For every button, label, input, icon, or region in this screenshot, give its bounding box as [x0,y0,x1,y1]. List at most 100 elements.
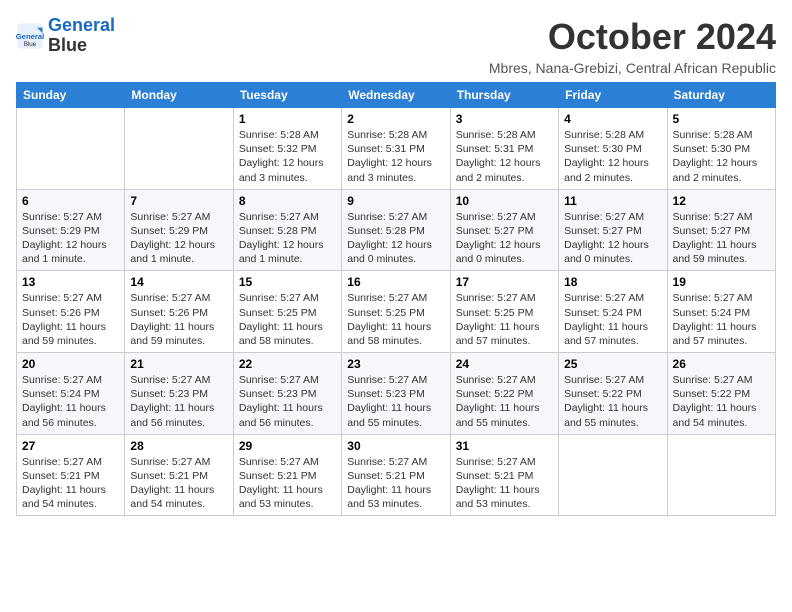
day-info: Sunrise: 5:27 AM Sunset: 5:28 PM Dayligh… [347,210,444,267]
day-number: 28 [130,439,227,453]
day-info: Sunrise: 5:27 AM Sunset: 5:26 PM Dayligh… [130,291,227,348]
day-info: Sunrise: 5:27 AM Sunset: 5:25 PM Dayligh… [347,291,444,348]
day-info: Sunrise: 5:27 AM Sunset: 5:21 PM Dayligh… [239,455,336,512]
day-info: Sunrise: 5:27 AM Sunset: 5:27 PM Dayligh… [673,210,770,267]
calendar-cell [125,108,233,190]
day-info: Sunrise: 5:27 AM Sunset: 5:27 PM Dayligh… [564,210,661,267]
day-number: 12 [673,194,770,208]
calendar-cell: 3 Sunrise: 5:28 AM Sunset: 5:31 PM Daylig… [450,108,558,190]
day-number: 1 [239,112,336,126]
day-info: Sunrise: 5:27 AM Sunset: 5:29 PM Dayligh… [22,210,119,267]
calendar-week-row: 1Sunrise: 5:28 AM Sunset: 5:32 PM Daylig… [17,108,776,190]
day-info: Sunrise: 5:27 AM Sunset: 5:23 PM Dayligh… [347,373,444,430]
calendar-cell: 20Sunrise: 5:27 AM Sunset: 5:24 PM Dayli… [17,353,125,435]
day-number: 23 [347,357,444,371]
day-number: 30 [347,439,444,453]
day-number: 29 [239,439,336,453]
day-info: Sunrise: 5:28 AM Sunset: 5:30 PM Dayligh… [564,128,661,185]
calendar-cell: 8 Sunrise: 5:27 AM Sunset: 5:28 PM Daylig… [233,189,341,271]
day-number: 21 [130,357,227,371]
day-number: 16 [347,275,444,289]
month-title: October 2024 [489,16,776,58]
day-number: 25 [564,357,661,371]
calendar-cell: 18Sunrise: 5:27 AM Sunset: 5:24 PM Dayli… [559,271,667,353]
day-number: 20 [22,357,119,371]
calendar-cell: 19 Sunrise: 5:27 AM Sunset: 5:24 PM Dayli… [667,271,775,353]
day-number: 13 [22,275,119,289]
day-number: 9 [347,194,444,208]
day-number: 3 [456,112,553,126]
day-number: 14 [130,275,227,289]
weekday-header: Thursday [450,83,558,108]
day-number: 17 [456,275,553,289]
logo: General Blue General Blue [16,16,115,56]
logo-text: General Blue [48,16,115,56]
day-info: Sunrise: 5:27 AM Sunset: 5:28 PM Dayligh… [239,210,336,267]
day-info: Sunrise: 5:27 AM Sunset: 5:29 PM Dayligh… [130,210,227,267]
day-number: 5 [673,112,770,126]
weekday-header: Wednesday [342,83,450,108]
day-number: 4 [564,112,661,126]
calendar-cell: 21 Sunrise: 5:27 AM Sunset: 5:23 PM Dayli… [125,353,233,435]
day-number: 27 [22,439,119,453]
day-number: 19 [673,275,770,289]
day-info: Sunrise: 5:28 AM Sunset: 5:31 PM Dayligh… [456,128,553,185]
calendar-cell: 13 Sunrise: 5:27 AM Sunset: 5:26 PM Dayli… [17,271,125,353]
calendar-cell: 16 Sunrise: 5:27 AM Sunset: 5:25 PM Dayli… [342,271,450,353]
day-info: Sunrise: 5:27 AM Sunset: 5:21 PM Dayligh… [130,455,227,512]
title-block: October 2024 Mbres, Nana-Grebizi, Centra… [489,16,776,76]
day-info: Sunrise: 5:28 AM Sunset: 5:30 PM Dayligh… [673,128,770,185]
calendar-week-row: 13 Sunrise: 5:27 AM Sunset: 5:26 PM Dayli… [17,271,776,353]
day-info: Sunrise: 5:27 AM Sunset: 5:22 PM Dayligh… [456,373,553,430]
svg-text:General: General [16,32,44,41]
calendar-cell: 29 Sunrise: 5:27 AM Sunset: 5:21 PM Dayli… [233,434,341,516]
calendar-cell: 31 Sunrise: 5:27 AM Sunset: 5:21 PM Dayli… [450,434,558,516]
calendar-cell: 26 Sunrise: 5:27 AM Sunset: 5:22 PM Dayli… [667,353,775,435]
day-info: Sunrise: 5:27 AM Sunset: 5:22 PM Dayligh… [564,373,661,430]
logo-icon: General Blue [16,22,44,50]
day-info: Sunrise: 5:27 AM Sunset: 5:25 PM Dayligh… [456,291,553,348]
calendar-week-row: 6 Sunrise: 5:27 AM Sunset: 5:29 PM Daylig… [17,189,776,271]
day-number: 31 [456,439,553,453]
calendar-cell: 9 Sunrise: 5:27 AM Sunset: 5:28 PM Daylig… [342,189,450,271]
day-number: 24 [456,357,553,371]
calendar-cell: 1Sunrise: 5:28 AM Sunset: 5:32 PM Daylig… [233,108,341,190]
day-info: Sunrise: 5:27 AM Sunset: 5:21 PM Dayligh… [347,455,444,512]
calendar-cell [559,434,667,516]
calendar-cell: 30 Sunrise: 5:27 AM Sunset: 5:21 PM Dayli… [342,434,450,516]
weekday-header: Saturday [667,83,775,108]
day-number: 8 [239,194,336,208]
day-number: 15 [239,275,336,289]
calendar-cell: 27Sunrise: 5:27 AM Sunset: 5:21 PM Dayli… [17,434,125,516]
day-info: Sunrise: 5:27 AM Sunset: 5:21 PM Dayligh… [456,455,553,512]
calendar-week-row: 20Sunrise: 5:27 AM Sunset: 5:24 PM Dayli… [17,353,776,435]
weekday-header: Tuesday [233,83,341,108]
weekday-header: Sunday [17,83,125,108]
weekday-header: Friday [559,83,667,108]
day-info: Sunrise: 5:27 AM Sunset: 5:24 PM Dayligh… [673,291,770,348]
calendar-cell: 12 Sunrise: 5:27 AM Sunset: 5:27 PM Dayli… [667,189,775,271]
day-number: 7 [130,194,227,208]
day-info: Sunrise: 5:27 AM Sunset: 5:23 PM Dayligh… [239,373,336,430]
day-info: Sunrise: 5:27 AM Sunset: 5:26 PM Dayligh… [22,291,119,348]
weekday-header: Monday [125,83,233,108]
day-info: Sunrise: 5:27 AM Sunset: 5:22 PM Dayligh… [673,373,770,430]
calendar-cell: 14 Sunrise: 5:27 AM Sunset: 5:26 PM Dayli… [125,271,233,353]
day-info: Sunrise: 5:27 AM Sunset: 5:27 PM Dayligh… [456,210,553,267]
calendar-cell [667,434,775,516]
calendar-week-row: 27 Sunrise: 5:27 AM Sunset: 5:21 PM Dayli… [17,434,776,516]
day-number: 6 [22,194,119,208]
calendar-cell: 5 Sunrise: 5:28 AM Sunset: 5:30 PM Daylig… [667,108,775,190]
calendar-cell: 4 Sunrise: 5:28 AM Sunset: 5:30 PM Daylig… [559,108,667,190]
day-info: Sunrise: 5:27 AM Sunset: 5:23 PM Dayligh… [130,373,227,430]
calendar-cell: 28 Sunrise: 5:27 AM Sunset: 5:21 PM Dayli… [125,434,233,516]
day-number: 26 [673,357,770,371]
day-number: 11 [564,194,661,208]
day-number: 2 [347,112,444,126]
calendar-cell: 11 Sunrise: 5:27 AM Sunset: 5:27 PM Dayli… [559,189,667,271]
day-number: 18 [564,275,661,289]
calendar-cell: 22Sunrise: 5:27 AM Sunset: 5:23 PM Dayli… [233,353,341,435]
page-header: General Blue General Blue October 2024 M… [16,16,776,76]
calendar-cell [17,108,125,190]
calendar-cell: 24 Sunrise: 5:27 AM Sunset: 5:22 PM Dayli… [450,353,558,435]
